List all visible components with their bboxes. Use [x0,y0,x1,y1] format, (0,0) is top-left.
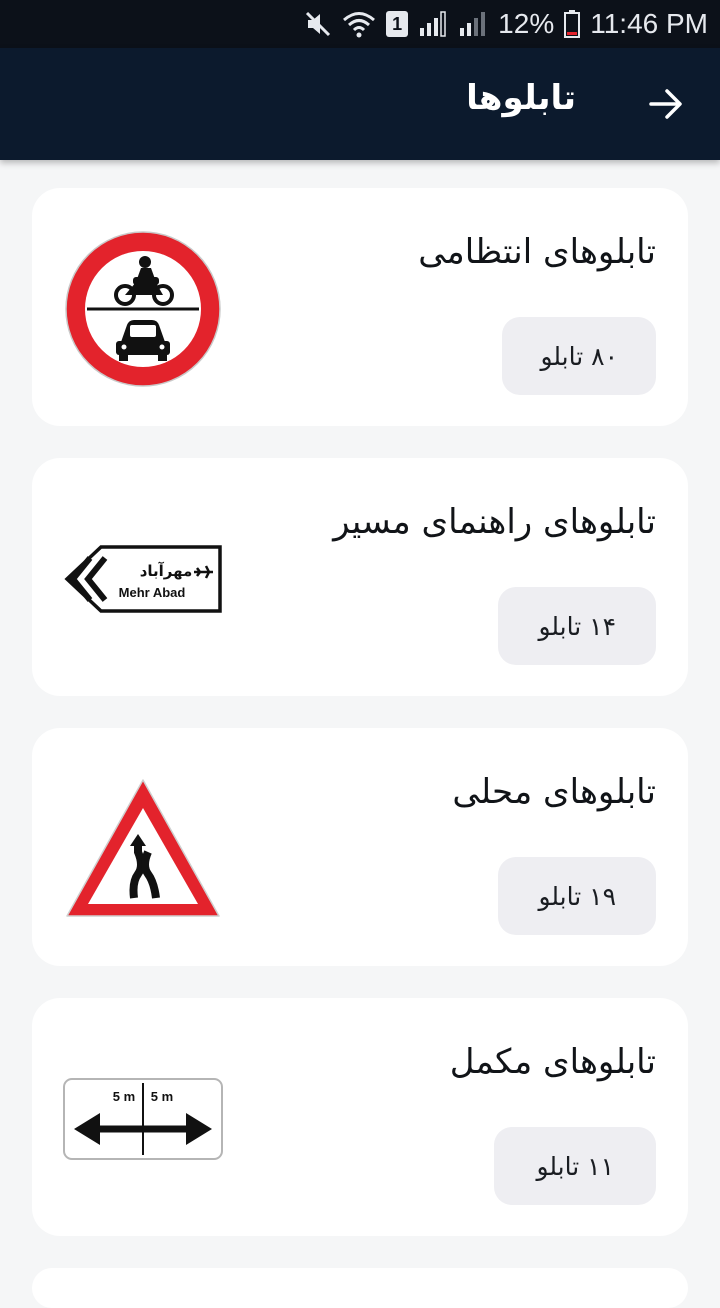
sign-text-en: Mehr Abad [119,585,186,600]
sim-badge-icon: 1 [386,11,409,37]
category-title: تابلوهای انتظامی [418,232,656,272]
sim-badge-label: 1 [392,13,403,34]
next-category-card-peek[interactable] [32,1268,688,1308]
count-badge: ۱۱ تابلو [494,1127,656,1205]
sign-text-fa: مهرآباد [140,562,193,580]
category-title: تابلوهای محلی [452,772,656,812]
page-title: تابلوها [466,78,576,118]
distance-plate-sign-icon: 5 m 5 m [62,1038,224,1200]
count-badge: ۱۹ تابلو [498,857,656,935]
category-title: تابلوهای راهنمای مسیر [333,502,656,542]
sign-text-left: 5 m [113,1089,135,1104]
battery-icon [564,10,581,38]
category-card-route-guidance[interactable]: تابلوهای راهنمای مسیر ۱۴ تابلو مهرآباد M… [32,458,688,696]
count-badge: ۸۰ تابلو [502,317,656,395]
category-card-regulatory[interactable]: تابلوهای انتظامی ۸۰ تابلو [32,188,688,426]
battery-percent: 12% [498,8,555,39]
category-card-local[interactable]: تابلوهای محلی ۱۹ تابلو [32,728,688,966]
arrow-right-icon[interactable] [648,86,684,122]
category-list: تابلوهای انتظامی ۸۰ تابلو تابلوهای راهنم… [32,188,688,1268]
status-bar: 1 12% 11:46 PM [0,0,720,48]
clock: 11:46 PM [590,8,708,39]
direction-sign-icon: مهرآباد Mehr Abad [62,498,224,660]
category-card-supplementary[interactable]: تابلوهای مکمل ۱۱ تابلو 5 m 5 m [32,998,688,1236]
signal-r-icon [460,12,486,36]
no-vehicles-sign-icon [62,228,224,390]
mute-icon [306,11,331,37]
signal-r-icon [420,11,446,37]
wifi-icon [343,12,376,38]
sign-text-right: 5 m [151,1089,173,1104]
app-bar: تابلوها [0,48,720,160]
count-badge: ۱۴ تابلو [498,587,656,665]
road-narrows-warning-sign-icon [62,768,224,930]
category-title: تابلوهای مکمل [449,1042,656,1082]
